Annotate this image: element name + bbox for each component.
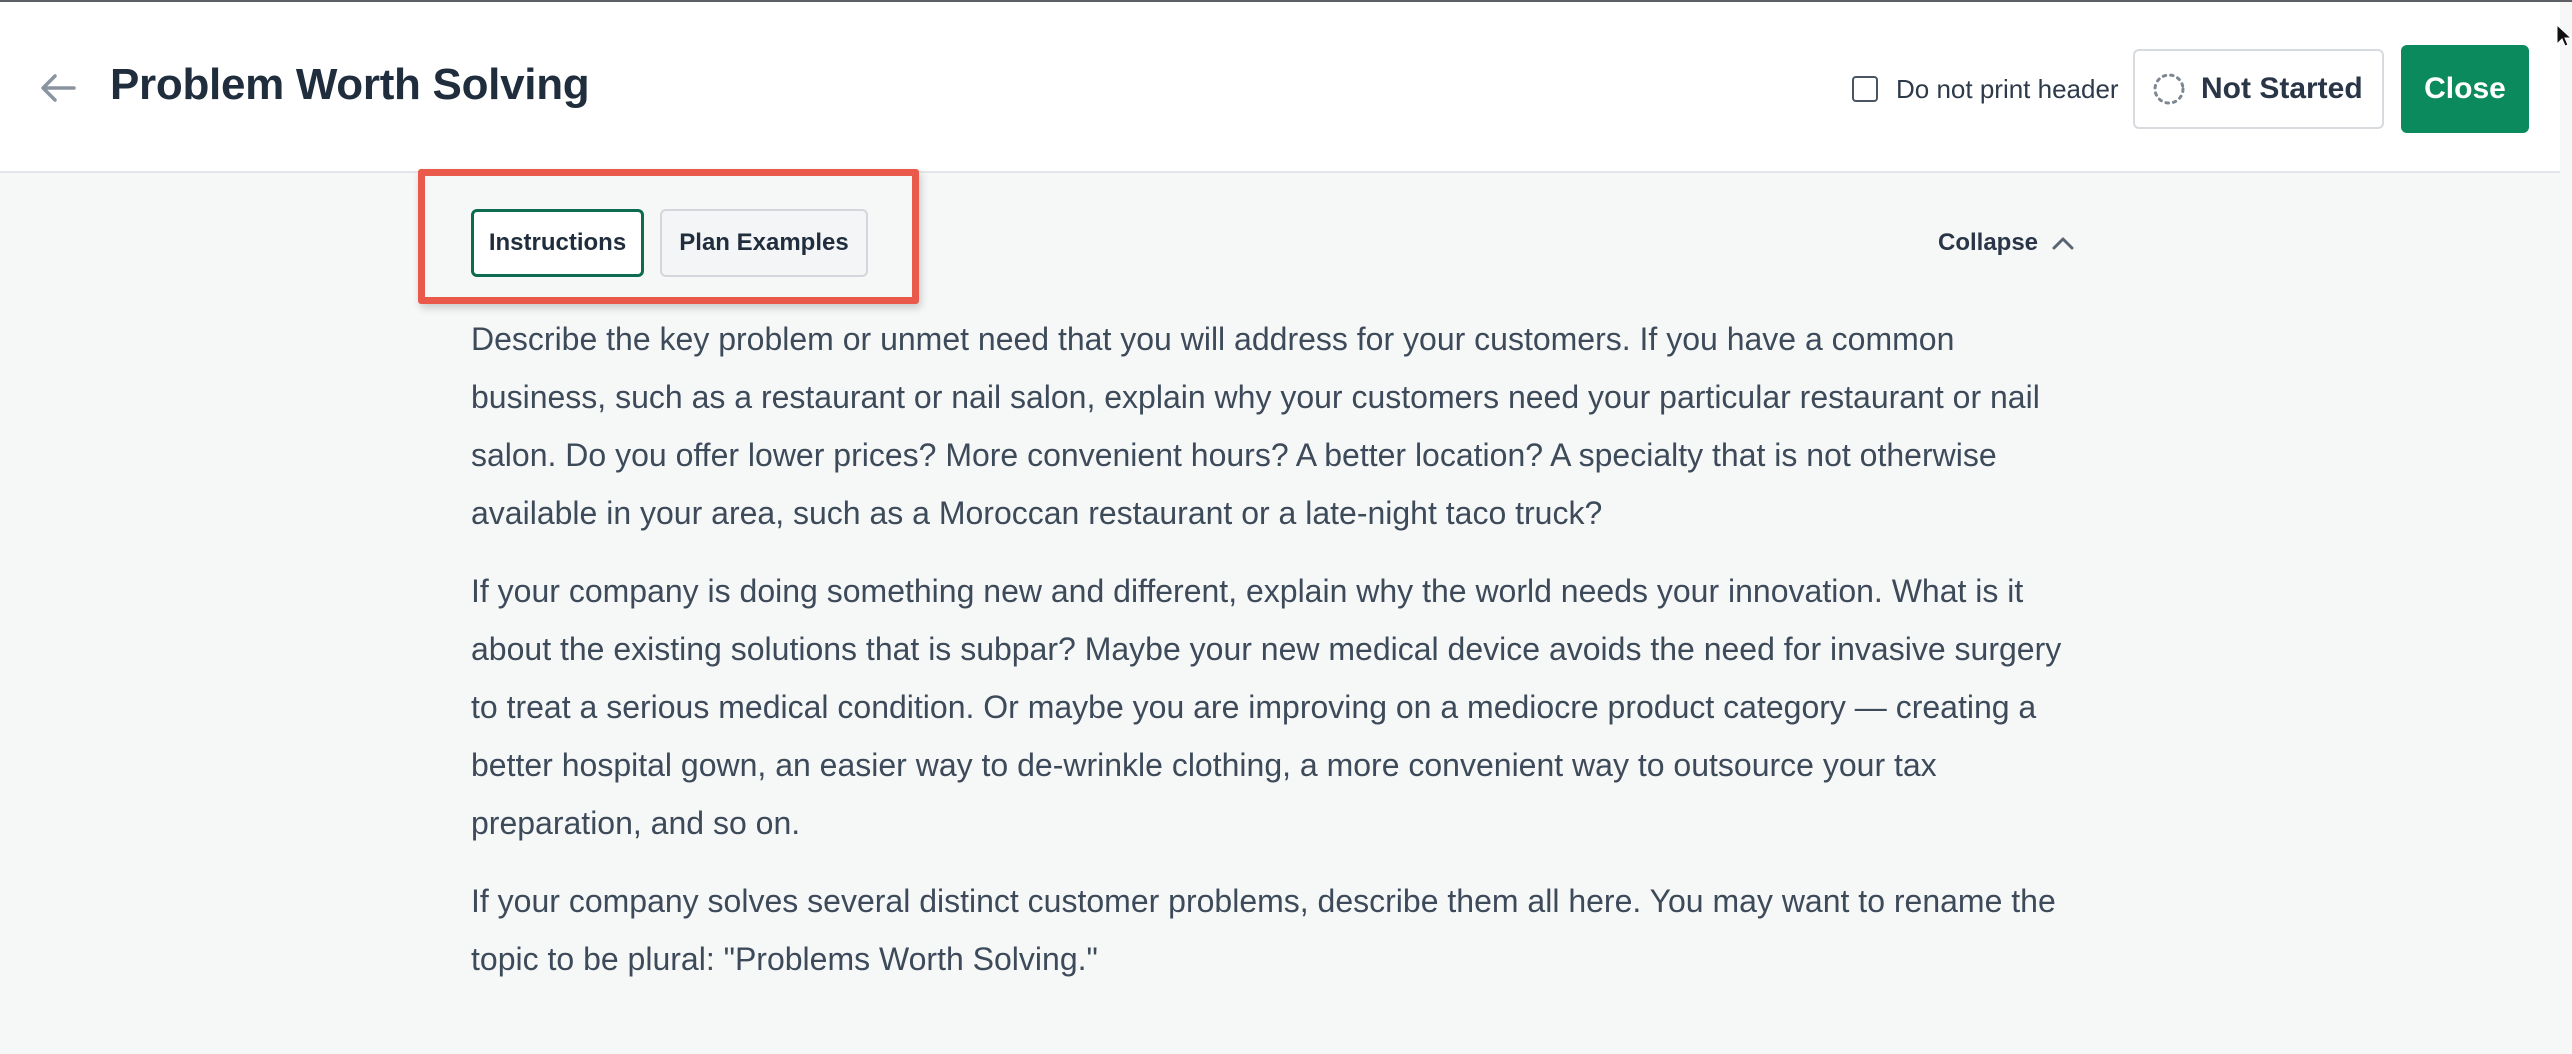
tab-plan-examples[interactable]: Plan Examples — [660, 209, 868, 277]
collapse-label: Collapse — [1938, 229, 2039, 256]
instructions-paragraph: If your company solves several distinct … — [471, 883, 2056, 977]
instructions-paragraph: Describe the key problem or unmet need t… — [471, 321, 2040, 531]
status-button[interactable]: Not Started — [2133, 49, 2384, 129]
arrow-left-icon — [41, 74, 76, 102]
print-header-toggle[interactable]: Do not print header — [1852, 72, 2119, 106]
collapse-button[interactable]: Collapse — [1938, 226, 2074, 260]
tab-instructions[interactable]: Instructions — [471, 209, 644, 277]
close-button[interactable]: Close — [2401, 45, 2529, 133]
back-button[interactable] — [36, 66, 80, 110]
status-label: Not Started — [2201, 72, 2363, 105]
chevron-up-icon — [2052, 237, 2074, 250]
header-bar: Problem Worth Solving Do not print heade… — [0, 2, 2560, 173]
page-title: Problem Worth Solving — [110, 60, 590, 109]
instructions-paragraph: If your company is doing something new a… — [471, 573, 2062, 841]
print-header-checkbox[interactable] — [1852, 76, 1878, 102]
page: Problem Worth Solving Do not print heade… — [0, 0, 2572, 1054]
mouse-cursor-icon — [2556, 24, 2572, 47]
dotted-circle-icon — [2153, 73, 2185, 105]
print-header-label: Do not print header — [1896, 73, 2119, 104]
instructions-content: Describe the key problem or unmet need t… — [471, 310, 2091, 1008]
